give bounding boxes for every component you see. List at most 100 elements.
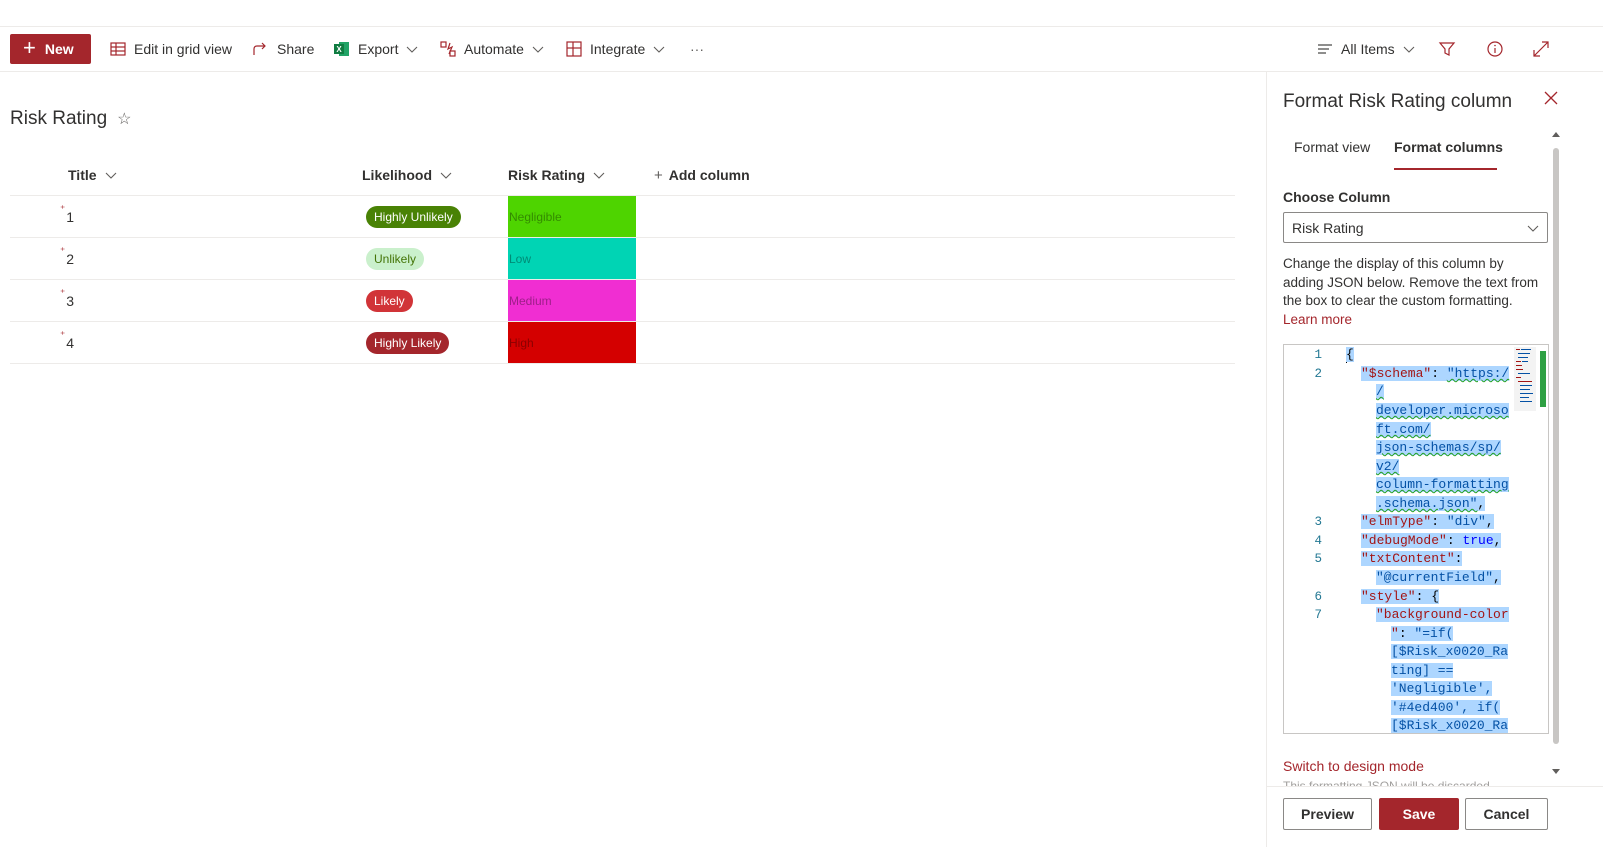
line-number: 2 — [1314, 367, 1322, 381]
choose-column-dropdown[interactable]: Risk Rating — [1283, 212, 1548, 243]
title-cell[interactable]: ⁺ 2 — [60, 238, 74, 279]
info-button[interactable] — [1486, 27, 1504, 71]
edit-grid-label: Edit in grid view — [134, 41, 233, 57]
view-lines-icon — [1318, 44, 1332, 54]
title-cell[interactable]: ⁺ 1 — [60, 196, 74, 237]
more-button[interactable]: ··· — [690, 27, 704, 71]
code-token: ting] == — [1391, 663, 1454, 678]
panel-scrollbar[interactable] — [1549, 128, 1563, 778]
column-header-title-label: Title — [68, 167, 97, 183]
line-number: 4 — [1314, 534, 1322, 548]
filter-button[interactable] — [1438, 27, 1456, 71]
code-token: column-formatting — [1376, 477, 1509, 492]
table-row[interactable]: ⁺ 4 Highly Likely High — [10, 322, 1235, 364]
title-value: 4 — [66, 334, 75, 351]
new-button[interactable]: + New — [10, 34, 91, 64]
tab-format-columns[interactable]: Format columns — [1394, 134, 1503, 170]
column-header-title[interactable]: Title — [68, 155, 117, 195]
star-icon[interactable]: ☆ — [117, 109, 131, 129]
code-minimap — [1514, 347, 1536, 411]
expand-button[interactable] — [1533, 27, 1549, 71]
share-button[interactable]: Share — [253, 27, 314, 71]
table-row[interactable]: ⁺ 2 Unlikely Low — [10, 238, 1235, 280]
chevron-down-icon — [532, 46, 544, 53]
plus-icon: + — [23, 35, 36, 60]
add-column-button[interactable]: + Add column — [654, 155, 750, 195]
switch-to-design-mode-link[interactable]: Switch to design mode — [1283, 758, 1424, 774]
automate-label: Automate — [464, 41, 524, 57]
code-token: { — [1346, 347, 1354, 362]
code-token: json-schemas/sp/ — [1376, 440, 1501, 455]
share-label: Share — [277, 41, 315, 57]
code-token: "style" — [1361, 589, 1416, 604]
editor-scrollbar-thumb[interactable] — [1540, 351, 1546, 407]
title-value: 3 — [66, 292, 75, 309]
likelihood-value: Unlikely — [374, 252, 417, 266]
tab-format-view-label: Format view — [1294, 139, 1371, 155]
code-token: [$Risk_x0020_Ra — [1391, 718, 1509, 733]
table-row[interactable]: ⁺ 3 Likely Medium — [10, 280, 1235, 322]
code-token: "https:/ — [1446, 366, 1510, 381]
line-number: 1 — [1314, 348, 1322, 362]
format-column-panel: Format Risk Rating column Format view Fo… — [1266, 72, 1603, 847]
export-label: Export — [358, 41, 399, 57]
title-cell[interactable]: ⁺ 4 — [60, 322, 74, 363]
description-text: Change the display of this column by add… — [1283, 256, 1539, 308]
panel-title: Format Risk Rating column — [1283, 91, 1513, 112]
code-token: [$Risk_x0020_Ra — [1391, 644, 1509, 659]
tab-format-view[interactable]: Format view — [1294, 134, 1370, 170]
save-button[interactable]: Save — [1379, 798, 1459, 830]
automate-button[interactable]: Automate — [440, 27, 552, 71]
code-token: .schema.json" — [1376, 496, 1478, 511]
close-icon[interactable] — [1543, 90, 1559, 106]
plus-icon: + — [654, 166, 663, 184]
likelihood-value: Likely — [374, 294, 405, 308]
code-token: developer.microso — [1376, 403, 1509, 418]
preview-button[interactable]: Preview — [1283, 798, 1372, 830]
code-token: v2/ — [1376, 459, 1400, 474]
list-title-text: Risk Rating — [10, 108, 108, 129]
code-token: "elmType" — [1361, 514, 1432, 529]
code-token: "txtContent" — [1361, 551, 1455, 566]
likelihood-pill: Likely — [366, 290, 413, 312]
column-header-risk-rating[interactable]: Risk Rating — [508, 155, 605, 195]
code-token: "debugMode" — [1361, 533, 1447, 548]
share-icon — [253, 42, 266, 55]
risk-rating-value: High — [509, 335, 534, 350]
code-token: "div" — [1446, 514, 1486, 529]
code-token: "background-color — [1376, 607, 1509, 622]
add-column-label: Add column — [668, 167, 750, 183]
filter-icon — [1438, 42, 1456, 56]
line-number: 6 — [1314, 590, 1322, 604]
title-value: 1 — [66, 208, 75, 225]
json-editor[interactable]: 1 2 3 4 5 6 7 { "$schema": "https:/ / de… — [1283, 344, 1549, 734]
learn-more-link[interactable]: Learn more — [1283, 312, 1352, 327]
table-row[interactable]: ⁺ 1 Highly Unlikely Negligible — [10, 196, 1235, 238]
integrate-label: Integrate — [590, 41, 646, 57]
column-header-likelihood[interactable]: Likelihood — [362, 155, 452, 195]
integrate-icon — [566, 41, 582, 57]
editor-scrollbar[interactable] — [1540, 347, 1548, 733]
view-selector[interactable]: All Items — [1317, 27, 1415, 71]
code-token: { — [1431, 589, 1440, 604]
export-button[interactable]: X Export — [334, 27, 426, 71]
edit-grid-view-button[interactable]: Edit in grid view — [110, 27, 232, 71]
code-token: "@currentField" — [1376, 570, 1494, 585]
excel-icon: X — [334, 42, 349, 56]
grid-icon — [110, 42, 126, 56]
cancel-button[interactable]: Cancel — [1465, 798, 1548, 830]
chevron-down-icon — [593, 172, 605, 179]
risk-rating-cell: Negligible — [508, 196, 636, 237]
panel-footer: Preview Save Cancel — [1267, 786, 1603, 847]
title-cell[interactable]: ⁺ 3 — [60, 280, 74, 321]
grid-header: Title Likelihood Risk Rating + Add colum… — [10, 155, 1235, 196]
choose-column-value: Risk Rating — [1292, 219, 1364, 236]
code-token: : — [1431, 366, 1447, 381]
info-icon — [1487, 41, 1503, 57]
new-item-icon: ⁺ — [60, 330, 66, 341]
choose-column-label: Choose Column — [1283, 189, 1391, 205]
integrate-button[interactable]: Integrate — [566, 27, 673, 71]
risk-rating-value: Negligible — [509, 209, 562, 224]
cancel-label: Cancel — [1483, 806, 1530, 822]
chevron-down-icon — [1403, 46, 1415, 53]
